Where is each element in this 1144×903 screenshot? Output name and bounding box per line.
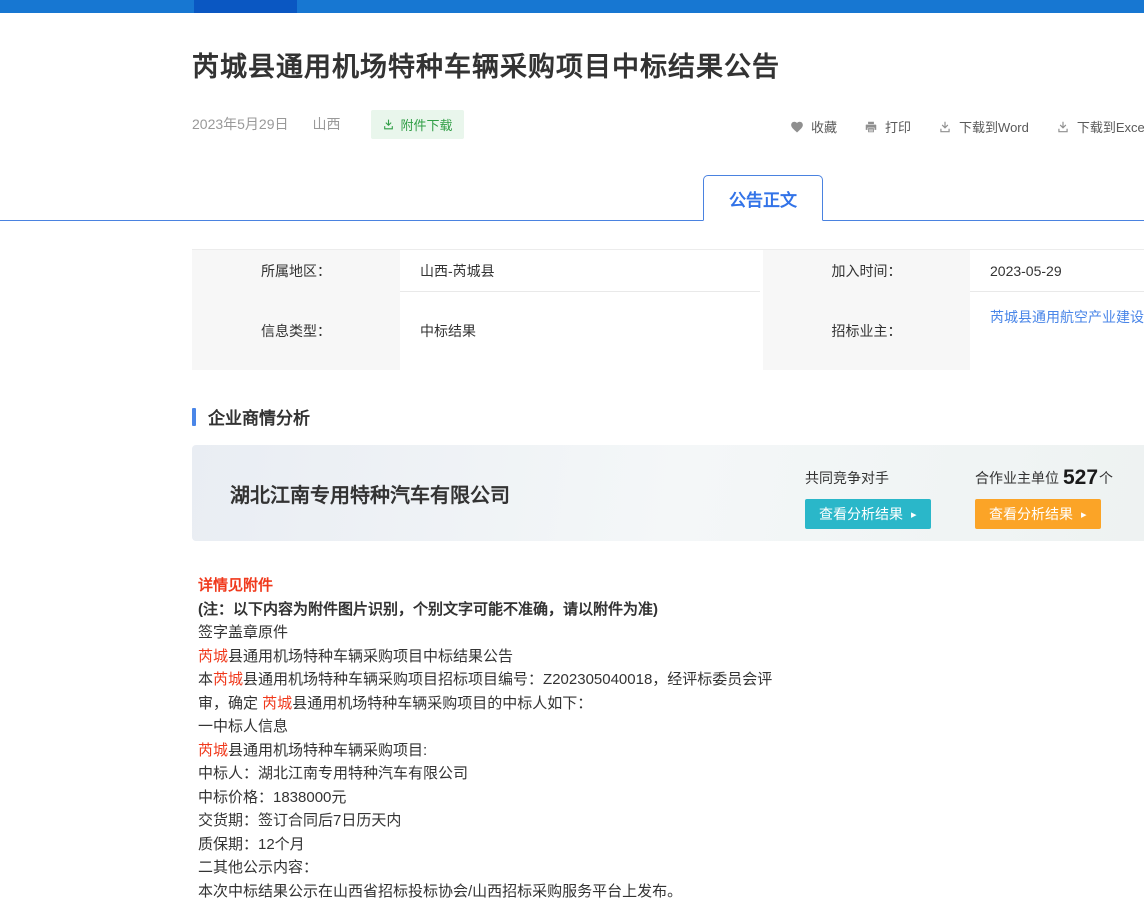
highlighted-text: 芮城 [262, 695, 292, 712]
arrow-right-icon: ▸ [911, 508, 917, 521]
view-partners-analysis-button[interactable]: 查看分析结果 ▸ [975, 499, 1101, 529]
text-segment: 县通用机场特种车辆采购项目招标项目编号：Z202305040018，经评标委员会… [243, 671, 772, 688]
tab-announcement-text[interactable]: 公告正文 [703, 175, 823, 221]
download-excel-label: 下载到Excel [1077, 117, 1144, 136]
info-value-info-type: 中标结果 [400, 292, 760, 370]
body-line: 中标人：湖北江南专用特种汽车有限公司 [198, 762, 1138, 786]
partners-unit: 个 [1099, 468, 1113, 488]
partners-group: 合作业主单位 527 个 查看分析结果 ▸ [975, 471, 1113, 529]
info-table: 所属地区： 山西-芮城县 加入时间： 2023-05-29 信息类型： 中标结果… [192, 249, 1144, 370]
text-segment: 中标人：湖北江南专用特种汽车有限公司 [198, 765, 468, 782]
text-segment: 交货期：签订合同后7日历天内 [198, 812, 401, 829]
text-segment: 中标价格：1838000元 [198, 789, 346, 806]
text-segment: 县通用机场特种车辆采购项目: [228, 742, 427, 759]
view-competitors-analysis-button[interactable]: 查看分析结果 ▸ [805, 499, 931, 529]
text-segment: 县通用机场特种车辆采购项目的中标人如下： [292, 695, 592, 712]
highlighted-text: 详情见附件 [198, 577, 273, 594]
view-partners-analysis-label: 查看分析结果 [989, 504, 1073, 524]
region-label: 山西 [313, 114, 341, 134]
info-value-region: 山西-芮城县 [400, 250, 760, 292]
section-header: 企业商情分析 [192, 404, 1144, 429]
text-segment: 一中标人信息 [198, 718, 288, 735]
download-icon [938, 120, 952, 134]
arrow-right-icon: ▸ [1081, 508, 1087, 521]
text-segment: (注：以下内容为附件图片识别，个别文字可能不准确，请以附件为准) [198, 601, 658, 618]
body-line: 本次中标结果公示在山西省招标投标协会/山西招标采购服务平台上发布。 [198, 880, 1138, 903]
download-word-button[interactable]: 下载到Word [938, 117, 1029, 136]
print-label: 打印 [885, 117, 911, 136]
download-icon [382, 118, 395, 131]
favorite-label: 收藏 [811, 117, 837, 136]
info-label-tender-owner: 招标业主： [760, 292, 970, 370]
body-line: 中标价格：1838000元 [198, 786, 1138, 810]
text-segment: 质保期：12个月 [198, 836, 305, 853]
body-line: 签字盖章原件 [198, 621, 1138, 645]
text-segment: 县通用机场特种车辆采购项目中标结果公告 [228, 648, 513, 665]
text-segment: 二其他公示内容： [198, 859, 318, 876]
body-line: 一中标人信息 [198, 715, 1138, 739]
attachment-download-label: 附件下载 [401, 115, 453, 134]
highlighted-text: 芮城 [198, 742, 228, 759]
tab-label: 公告正文 [729, 186, 797, 211]
partners-label-text: 合作业主单位 [975, 468, 1059, 488]
article-header: 芮城县通用机场特种车辆采购项目中标结果公告 2023年5月29日 山西 附件下载… [0, 13, 1144, 137]
section-accent-bar [192, 408, 196, 426]
info-label-region: 所属地区： [192, 250, 400, 292]
topbar-active-segment[interactable] [194, 0, 297, 13]
printer-icon [864, 120, 878, 134]
partners-count: 527 [1063, 467, 1098, 488]
download-icon [1056, 120, 1070, 134]
text-segment: 本 [198, 671, 213, 688]
tab-bar: 公告正文 [0, 173, 1144, 221]
info-label-info-type: 信息类型： [192, 292, 400, 370]
info-value-date-added: 2023-05-29 [970, 250, 1144, 292]
view-competitors-analysis-label: 查看分析结果 [819, 504, 903, 524]
text-segment: 审，确定 [198, 695, 262, 712]
highlighted-text: 芮城 [198, 648, 228, 665]
body-text: 详情见附件 (注：以下内容为附件图片识别，个别文字可能不准确，请以附件为准) 签字盖… [198, 574, 1138, 903]
body-line: 质保期：12个月 [198, 833, 1138, 857]
body-line: 芮城县通用机场特种车辆采购项目中标结果公告 [198, 645, 1138, 669]
attachment-download-button[interactable]: 附件下载 [371, 110, 464, 139]
text-segment: 本次中标结果公示在山西省招标投标协会/山西招标采购服务平台上发布。 [198, 883, 682, 900]
company-analysis-card: 湖北江南专用特种汽车有限公司 共同竞争对手 查看分析结果 ▸ 合作业主单位 52… [192, 445, 1144, 541]
favorite-button[interactable]: 收藏 [790, 117, 837, 136]
company-name: 湖北江南专用特种汽车有限公司 [230, 479, 510, 508]
partners-label: 合作业主单位 527 个 [975, 471, 1113, 488]
download-word-label: 下载到Word [959, 117, 1029, 136]
tender-owner-link[interactable]: 芮城县通用航空产业建设发 [990, 307, 1144, 327]
page-title: 芮城县通用机场特种车辆采购项目中标结果公告 [192, 45, 1144, 84]
info-value-tender-owner: 芮城县通用航空产业建设发 [970, 292, 1144, 370]
publish-date: 2023年5月29日 [192, 114, 289, 134]
body-line: 详情见附件 [198, 574, 1138, 598]
body-line: 本芮城县通用机场特种车辆采购项目招标项目编号：Z202305040018，经评标… [198, 668, 1138, 692]
print-button[interactable]: 打印 [864, 117, 911, 136]
competitors-label: 共同竞争对手 [805, 471, 931, 488]
body-line: (注：以下内容为附件图片识别，个别文字可能不准确，请以附件为准) [198, 598, 1138, 622]
heart-icon [790, 120, 804, 134]
competitors-group: 共同竞争对手 查看分析结果 ▸ [805, 471, 931, 529]
section-title: 企业商情分析 [208, 404, 310, 429]
body-line: 二其他公示内容： [198, 856, 1138, 880]
body-line: 审，确定 芮城县通用机场特种车辆采购项目的中标人如下： [198, 692, 1138, 716]
info-label-date-added: 加入时间： [760, 250, 970, 292]
action-toolbar: 收藏 打印 下载到Word 下载到Excel [790, 117, 1144, 136]
download-excel-button[interactable]: 下载到Excel [1056, 117, 1144, 136]
top-navigation-bar [0, 0, 1144, 13]
body-line: 交货期：签订合同后7日历天内 [198, 809, 1138, 833]
body-line: 芮城县通用机场特种车辆采购项目: [198, 739, 1138, 763]
page: 芮城县通用机场特种车辆采购项目中标结果公告 2023年5月29日 山西 附件下载… [0, 13, 1144, 903]
text-segment: 签字盖章原件 [198, 624, 288, 641]
highlighted-text: 芮城 [213, 671, 243, 688]
